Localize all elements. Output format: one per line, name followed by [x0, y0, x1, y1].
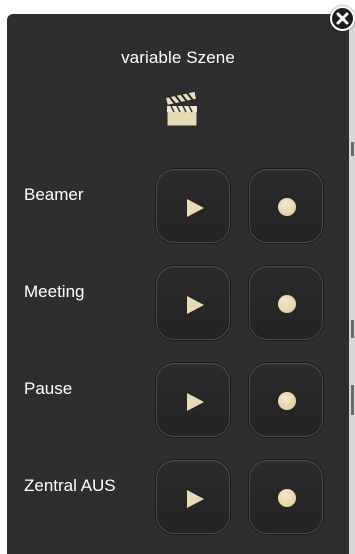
dot-icon — [278, 489, 296, 507]
scene-popup: variable Szene Beamer Meeting Pause Zent… — [7, 14, 349, 554]
edge-tick — [351, 142, 354, 156]
meeting-play-button[interactable] — [156, 266, 230, 340]
pause-record-button[interactable] — [249, 363, 323, 437]
close-icon — [336, 12, 349, 25]
beamer-play-button[interactable] — [156, 169, 230, 243]
row-label-pause: Pause — [24, 379, 73, 398]
zentral-aus-record-button[interactable] — [249, 460, 323, 534]
dot-icon — [278, 295, 296, 313]
edge-tick — [351, 320, 354, 338]
close-button[interactable] — [330, 6, 355, 31]
play-icon — [187, 393, 204, 411]
row-label-meeting: Meeting — [24, 282, 85, 301]
play-icon — [187, 490, 204, 508]
dot-icon — [278, 392, 296, 410]
clapperboard-icon — [164, 90, 198, 127]
edge-tick — [351, 385, 354, 415]
background-window-edge — [349, 20, 355, 554]
dot-icon — [278, 198, 296, 216]
row-label-zentral-aus: Zentral AUS — [24, 476, 116, 495]
beamer-record-button[interactable] — [249, 169, 323, 243]
play-icon — [187, 199, 204, 217]
meeting-record-button[interactable] — [249, 266, 323, 340]
row-label-beamer: Beamer — [24, 185, 84, 204]
popup-title: variable Szene — [121, 48, 235, 67]
zentral-aus-play-button[interactable] — [156, 460, 230, 534]
play-icon — [187, 296, 204, 314]
pause-play-button[interactable] — [156, 363, 230, 437]
